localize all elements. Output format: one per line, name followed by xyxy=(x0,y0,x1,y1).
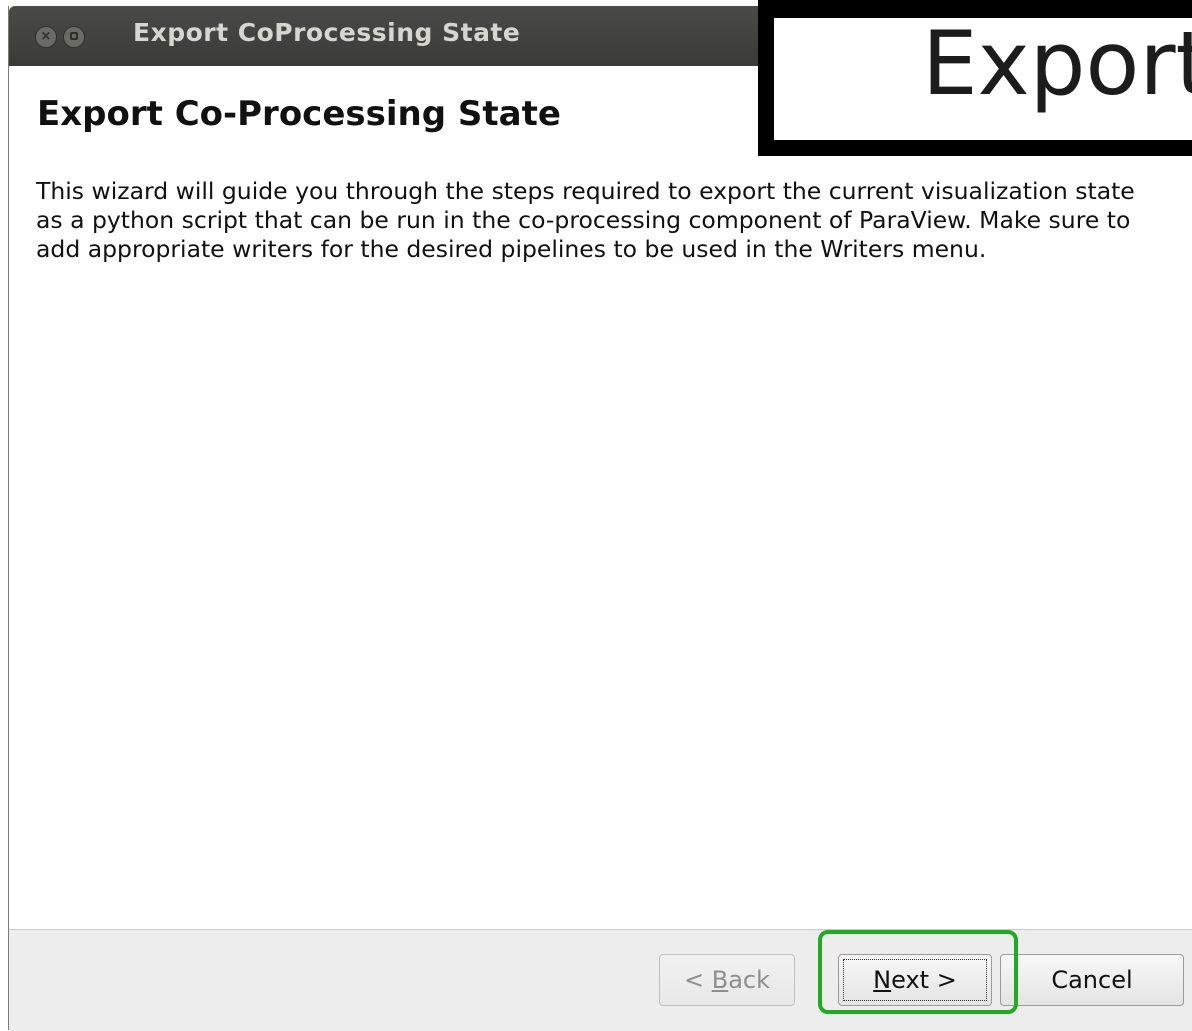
cancel-button[interactable]: Cancel xyxy=(1000,954,1184,1006)
window-title: Export CoProcessing State xyxy=(133,18,521,47)
zoom-inset-text: Export S xyxy=(922,18,1192,115)
wizard-window: × Export CoProcessing State Export Co-Pr… xyxy=(8,6,1192,1031)
wizard-description: This wizard will guide you through the s… xyxy=(36,177,1135,263)
page-title: Export Co-Processing State xyxy=(37,94,561,134)
back-button[interactable]: < Back xyxy=(659,954,795,1006)
maximize-icon[interactable] xyxy=(63,26,85,48)
back-prefix: < xyxy=(683,966,712,994)
next-highlight xyxy=(818,930,1018,1014)
back-mnemonic: B xyxy=(711,966,729,994)
zoom-inset-content: Export S xyxy=(774,18,1192,140)
close-glyph: × xyxy=(40,29,52,44)
back-rest: ack xyxy=(728,966,771,994)
zoom-inset: Export S xyxy=(758,0,1192,156)
close-icon[interactable]: × xyxy=(35,26,57,48)
